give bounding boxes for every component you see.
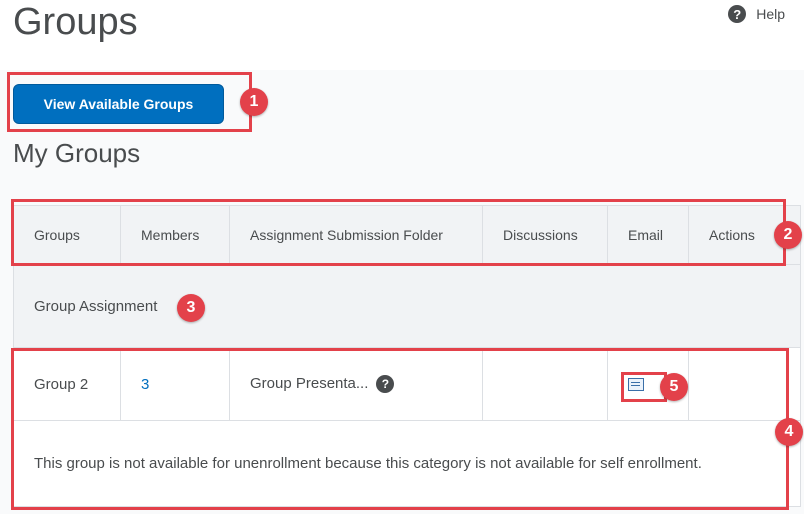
page-title: Groups [13, 1, 138, 43]
callout-badge-2: 2 [774, 221, 802, 249]
folder-name: Group Presenta... [250, 374, 369, 392]
email-icon[interactable] [628, 378, 644, 392]
discussions-cell [482, 347, 608, 421]
help-icon: ? [728, 5, 747, 23]
question-icon[interactable]: ? [376, 375, 395, 394]
help-label: Help [756, 6, 785, 22]
unenroll-message-row: This group is not available for unenroll… [13, 420, 801, 507]
view-available-groups-button[interactable]: View Available Groups [13, 84, 224, 124]
actions-cell [688, 347, 801, 421]
category-row: Group Assignment [13, 264, 801, 348]
callout-badge-3: 3 [177, 294, 205, 322]
callout-badge-5: 5 [660, 373, 688, 401]
table-header-row: Groups Members Assignment Submission Fol… [13, 205, 801, 265]
help-link[interactable]: ? Help [728, 5, 785, 23]
callout-badge-4: 4 [775, 418, 803, 446]
groups-table: Groups Members Assignment Submission Fol… [13, 205, 801, 507]
callout-badge-1: 1 [240, 88, 268, 116]
column-header-email: Email [607, 205, 689, 265]
column-header-members: Members [120, 205, 230, 265]
section-title: My Groups [13, 138, 141, 168]
folder-cell: Group Presenta...? [229, 347, 483, 421]
members-link[interactable]: 3 [141, 376, 149, 393]
unenroll-message: This group is not available for unenroll… [13, 420, 801, 507]
column-header-discussions: Discussions [482, 205, 608, 265]
column-header-groups: Groups [13, 205, 121, 265]
category-name: Group Assignment [13, 264, 801, 348]
column-header-folder: Assignment Submission Folder [229, 205, 483, 265]
members-cell: 3 [120, 347, 230, 421]
group-name: Group 2 [13, 347, 121, 421]
